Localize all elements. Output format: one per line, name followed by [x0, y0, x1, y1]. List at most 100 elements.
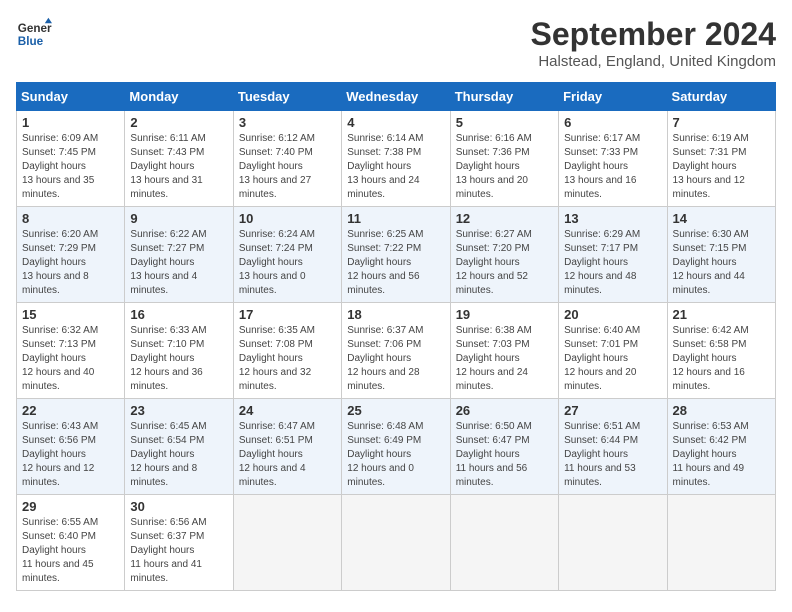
day-detail: Sunrise: 6:45 AM Sunset: 6:54 PM Dayligh…: [130, 420, 227, 490]
day-number: 13: [564, 211, 661, 226]
weekday-header: Thursday: [450, 83, 558, 111]
day-number: 8: [22, 211, 119, 226]
calendar-day: 20 Sunrise: 6:40 AM Sunset: 7:01 PM Dayl…: [559, 303, 667, 399]
day-detail: Sunrise: 6:40 AM Sunset: 7:01 PM Dayligh…: [564, 324, 661, 394]
day-detail: Sunrise: 6:35 AM Sunset: 7:08 PM Dayligh…: [239, 324, 336, 394]
month-title: September 2024: [531, 16, 776, 53]
day-detail: Sunrise: 6:30 AM Sunset: 7:15 PM Dayligh…: [673, 228, 770, 298]
day-number: 14: [673, 211, 770, 226]
calendar-day: 5 Sunrise: 6:16 AM Sunset: 7:36 PM Dayli…: [450, 111, 558, 207]
day-detail: Sunrise: 6:25 AM Sunset: 7:22 PM Dayligh…: [347, 228, 444, 298]
day-number: 22: [22, 403, 119, 418]
calendar-day: [342, 495, 450, 591]
calendar-day: 28 Sunrise: 6:53 AM Sunset: 6:42 PM Dayl…: [667, 399, 775, 495]
day-detail: Sunrise: 6:14 AM Sunset: 7:38 PM Dayligh…: [347, 132, 444, 202]
day-detail: Sunrise: 6:24 AM Sunset: 7:24 PM Dayligh…: [239, 228, 336, 298]
logo-icon: General Blue: [16, 16, 52, 52]
weekday-header: Sunday: [17, 83, 125, 111]
calendar-day: 22 Sunrise: 6:43 AM Sunset: 6:56 PM Dayl…: [17, 399, 125, 495]
weekday-header: Friday: [559, 83, 667, 111]
calendar-day: 29 Sunrise: 6:55 AM Sunset: 6:40 PM Dayl…: [17, 495, 125, 591]
calendar-day: 4 Sunrise: 6:14 AM Sunset: 7:38 PM Dayli…: [342, 111, 450, 207]
day-number: 10: [239, 211, 336, 226]
calendar-day: 17 Sunrise: 6:35 AM Sunset: 7:08 PM Dayl…: [233, 303, 341, 399]
svg-text:Blue: Blue: [18, 35, 44, 48]
calendar-day: 30 Sunrise: 6:56 AM Sunset: 6:37 PM Dayl…: [125, 495, 233, 591]
day-detail: Sunrise: 6:11 AM Sunset: 7:43 PM Dayligh…: [130, 132, 227, 202]
calendar-day: 19 Sunrise: 6:38 AM Sunset: 7:03 PM Dayl…: [450, 303, 558, 399]
day-detail: Sunrise: 6:42 AM Sunset: 6:58 PM Dayligh…: [673, 324, 770, 394]
calendar-day: 21 Sunrise: 6:42 AM Sunset: 6:58 PM Dayl…: [667, 303, 775, 399]
calendar-day: 23 Sunrise: 6:45 AM Sunset: 6:54 PM Dayl…: [125, 399, 233, 495]
day-number: 29: [22, 499, 119, 514]
day-number: 16: [130, 307, 227, 322]
calendar-day: 27 Sunrise: 6:51 AM Sunset: 6:44 PM Dayl…: [559, 399, 667, 495]
day-detail: Sunrise: 6:27 AM Sunset: 7:20 PM Dayligh…: [456, 228, 553, 298]
calendar-day: 3 Sunrise: 6:12 AM Sunset: 7:40 PM Dayli…: [233, 111, 341, 207]
day-detail: Sunrise: 6:43 AM Sunset: 6:56 PM Dayligh…: [22, 420, 119, 490]
calendar-day: [559, 495, 667, 591]
day-detail: Sunrise: 6:22 AM Sunset: 7:27 PM Dayligh…: [130, 228, 227, 298]
day-number: 30: [130, 499, 227, 514]
title-block: September 2024 Halstead, England, United…: [531, 16, 776, 70]
location-title: Halstead, England, United Kingdom: [531, 53, 776, 70]
day-detail: Sunrise: 6:12 AM Sunset: 7:40 PM Dayligh…: [239, 132, 336, 202]
calendar-day: 6 Sunrise: 6:17 AM Sunset: 7:33 PM Dayli…: [559, 111, 667, 207]
day-number: 2: [130, 115, 227, 130]
weekday-header: Tuesday: [233, 83, 341, 111]
calendar-day: 24 Sunrise: 6:47 AM Sunset: 6:51 PM Dayl…: [233, 399, 341, 495]
day-number: 25: [347, 403, 444, 418]
svg-text:General: General: [18, 22, 52, 35]
calendar-table: SundayMondayTuesdayWednesdayThursdayFrid…: [16, 82, 776, 591]
weekday-header: Saturday: [667, 83, 775, 111]
day-detail: Sunrise: 6:37 AM Sunset: 7:06 PM Dayligh…: [347, 324, 444, 394]
day-detail: Sunrise: 6:33 AM Sunset: 7:10 PM Dayligh…: [130, 324, 227, 394]
day-detail: Sunrise: 6:51 AM Sunset: 6:44 PM Dayligh…: [564, 420, 661, 490]
calendar-day: [450, 495, 558, 591]
day-detail: Sunrise: 6:16 AM Sunset: 7:36 PM Dayligh…: [456, 132, 553, 202]
calendar-day: 8 Sunrise: 6:20 AM Sunset: 7:29 PM Dayli…: [17, 207, 125, 303]
calendar-day: 15 Sunrise: 6:32 AM Sunset: 7:13 PM Dayl…: [17, 303, 125, 399]
day-detail: Sunrise: 6:09 AM Sunset: 7:45 PM Dayligh…: [22, 132, 119, 202]
day-detail: Sunrise: 6:53 AM Sunset: 6:42 PM Dayligh…: [673, 420, 770, 490]
day-detail: Sunrise: 6:17 AM Sunset: 7:33 PM Dayligh…: [564, 132, 661, 202]
day-number: 23: [130, 403, 227, 418]
weekday-header: Monday: [125, 83, 233, 111]
day-detail: Sunrise: 6:32 AM Sunset: 7:13 PM Dayligh…: [22, 324, 119, 394]
day-number: 28: [673, 403, 770, 418]
logo: General Blue: [16, 16, 52, 52]
day-detail: Sunrise: 6:38 AM Sunset: 7:03 PM Dayligh…: [456, 324, 553, 394]
day-number: 15: [22, 307, 119, 322]
day-number: 5: [456, 115, 553, 130]
day-detail: Sunrise: 6:20 AM Sunset: 7:29 PM Dayligh…: [22, 228, 119, 298]
day-number: 4: [347, 115, 444, 130]
day-number: 3: [239, 115, 336, 130]
calendar-day: 18 Sunrise: 6:37 AM Sunset: 7:06 PM Dayl…: [342, 303, 450, 399]
calendar-day: 7 Sunrise: 6:19 AM Sunset: 7:31 PM Dayli…: [667, 111, 775, 207]
day-detail: Sunrise: 6:56 AM Sunset: 6:37 PM Dayligh…: [130, 516, 227, 586]
calendar-day: [667, 495, 775, 591]
day-number: 20: [564, 307, 661, 322]
weekday-header: Wednesday: [342, 83, 450, 111]
calendar-day: 13 Sunrise: 6:29 AM Sunset: 7:17 PM Dayl…: [559, 207, 667, 303]
day-detail: Sunrise: 6:29 AM Sunset: 7:17 PM Dayligh…: [564, 228, 661, 298]
day-detail: Sunrise: 6:55 AM Sunset: 6:40 PM Dayligh…: [22, 516, 119, 586]
calendar-day: 11 Sunrise: 6:25 AM Sunset: 7:22 PM Dayl…: [342, 207, 450, 303]
calendar-day: 1 Sunrise: 6:09 AM Sunset: 7:45 PM Dayli…: [17, 111, 125, 207]
day-number: 17: [239, 307, 336, 322]
calendar-day: 26 Sunrise: 6:50 AM Sunset: 6:47 PM Dayl…: [450, 399, 558, 495]
day-number: 9: [130, 211, 227, 226]
day-detail: Sunrise: 6:19 AM Sunset: 7:31 PM Dayligh…: [673, 132, 770, 202]
day-detail: Sunrise: 6:47 AM Sunset: 6:51 PM Dayligh…: [239, 420, 336, 490]
calendar-day: 12 Sunrise: 6:27 AM Sunset: 7:20 PM Dayl…: [450, 207, 558, 303]
day-detail: Sunrise: 6:50 AM Sunset: 6:47 PM Dayligh…: [456, 420, 553, 490]
day-number: 21: [673, 307, 770, 322]
calendar-day: 25 Sunrise: 6:48 AM Sunset: 6:49 PM Dayl…: [342, 399, 450, 495]
day-number: 18: [347, 307, 444, 322]
day-number: 19: [456, 307, 553, 322]
day-detail: Sunrise: 6:48 AM Sunset: 6:49 PM Dayligh…: [347, 420, 444, 490]
day-number: 7: [673, 115, 770, 130]
day-number: 11: [347, 211, 444, 226]
calendar-day: 14 Sunrise: 6:30 AM Sunset: 7:15 PM Dayl…: [667, 207, 775, 303]
calendar-day: [233, 495, 341, 591]
